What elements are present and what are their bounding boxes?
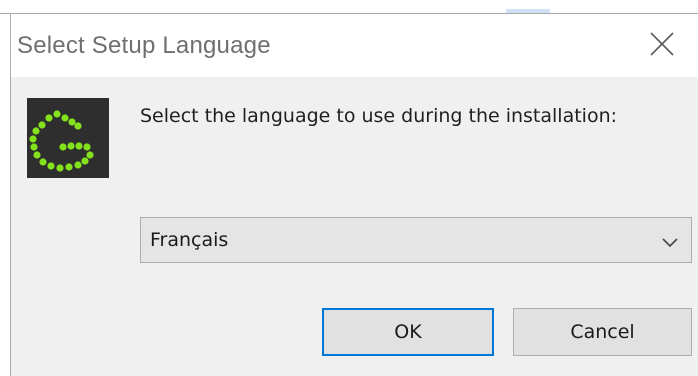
ok-button[interactable]: OK — [322, 308, 494, 356]
cancel-button[interactable]: Cancel — [513, 308, 692, 356]
background-window-strip — [0, 0, 698, 14]
instruction-text: Select the language to use during the in… — [140, 105, 618, 127]
language-select[interactable]: Français — [140, 217, 692, 263]
setup-language-dialog: Select Setup Language Select the languag… — [10, 14, 698, 376]
close-icon — [649, 31, 675, 62]
close-button[interactable] — [647, 31, 677, 61]
chevron-down-icon — [661, 235, 679, 248]
selected-language: Français — [150, 229, 229, 251]
window-title: Select Setup Language — [17, 32, 271, 59]
title-bar[interactable]: Select Setup Language — [11, 14, 698, 77]
app-logo — [27, 98, 109, 178]
